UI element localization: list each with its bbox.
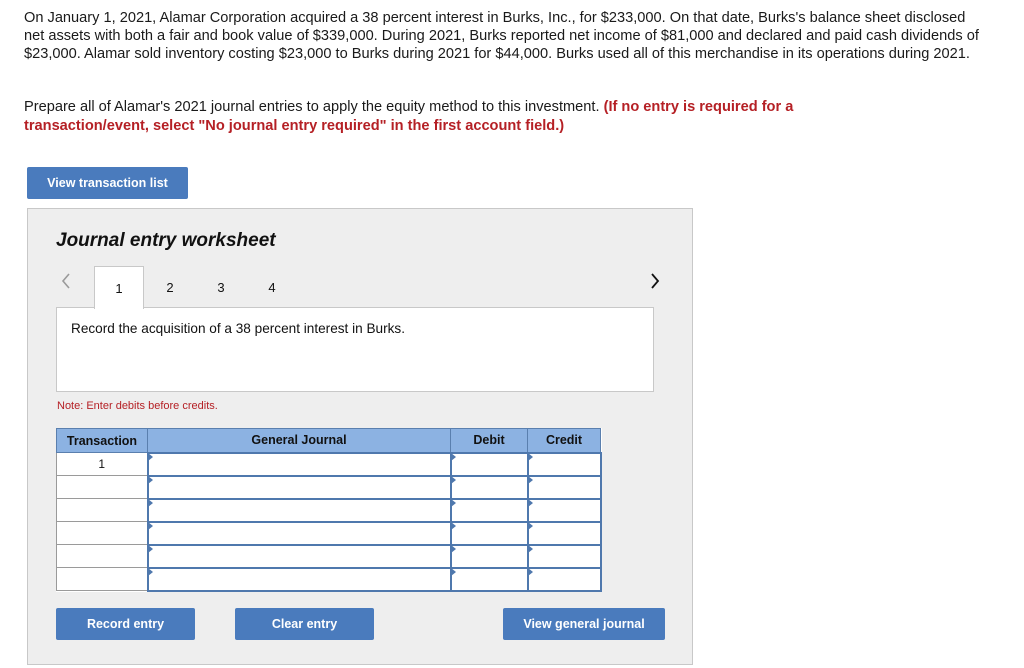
instruction-text: Prepare all of Alamar's 2021 journal ent… (24, 99, 600, 115)
credit-input[interactable] (526, 566, 602, 592)
problem-statement: On January 1, 2021, Alamar Corporation a… (24, 10, 979, 62)
view-general-journal-button[interactable]: View general journal (503, 608, 665, 640)
journal-entry-worksheet: Journal entry worksheet 1 2 3 4 Record t… (27, 208, 693, 665)
record-entry-button[interactable]: Record entry (56, 608, 195, 640)
tab-1[interactable]: 1 (94, 266, 144, 309)
debit-input[interactable] (449, 474, 529, 500)
table-row (56, 566, 602, 592)
transaction-description-box: Record the acquisition of a 38 percent i… (56, 307, 654, 392)
account-select[interactable] (146, 474, 452, 500)
debit-credit-note: Note: Enter debits before credits. (57, 400, 218, 412)
journal-entry-table: Transaction General Journal Debit Credit… (56, 428, 602, 592)
debit-input[interactable] (449, 497, 529, 523)
transaction-cell (56, 567, 148, 591)
worksheet-title: Journal entry worksheet (56, 230, 276, 251)
debit-column-header: Debit (450, 428, 528, 453)
debit-input[interactable] (449, 543, 529, 569)
transaction-column-header: Transaction (56, 428, 148, 453)
table-row (56, 520, 602, 546)
chevron-left-icon[interactable] (56, 269, 76, 293)
credit-input[interactable] (526, 474, 602, 500)
tab-4[interactable]: 4 (247, 266, 297, 308)
credit-input[interactable] (526, 497, 602, 523)
tab-3[interactable]: 3 (196, 266, 246, 308)
debit-input[interactable] (449, 566, 529, 592)
transaction-cell (56, 521, 148, 545)
tab-2[interactable]: 2 (145, 266, 195, 308)
table-row (56, 543, 602, 569)
account-select[interactable] (146, 566, 452, 592)
table-row (56, 497, 602, 523)
credit-input[interactable] (526, 520, 602, 546)
account-select[interactable] (146, 543, 452, 569)
credit-column-header: Credit (527, 428, 601, 453)
transaction-cell (56, 498, 148, 522)
transaction-cell (56, 475, 148, 499)
debit-input[interactable] (449, 520, 529, 546)
credit-input[interactable] (526, 543, 602, 569)
account-select[interactable] (146, 520, 452, 546)
table-row (56, 474, 602, 500)
instructions: Prepare all of Alamar's 2021 journal ent… (24, 98, 904, 136)
general-journal-column-header: General Journal (147, 428, 451, 453)
chevron-right-icon[interactable] (645, 269, 665, 293)
view-transaction-list-button[interactable]: View transaction list (27, 167, 188, 199)
account-select[interactable] (146, 497, 452, 523)
clear-entry-button[interactable]: Clear entry (235, 608, 374, 640)
transaction-description: Record the acquisition of a 38 percent i… (71, 321, 405, 336)
credit-input[interactable] (526, 451, 602, 477)
table-row: 1 (56, 451, 602, 477)
transaction-cell (56, 544, 148, 568)
account-select[interactable] (146, 451, 452, 477)
debit-input[interactable] (449, 451, 529, 477)
transaction-cell: 1 (56, 452, 148, 476)
